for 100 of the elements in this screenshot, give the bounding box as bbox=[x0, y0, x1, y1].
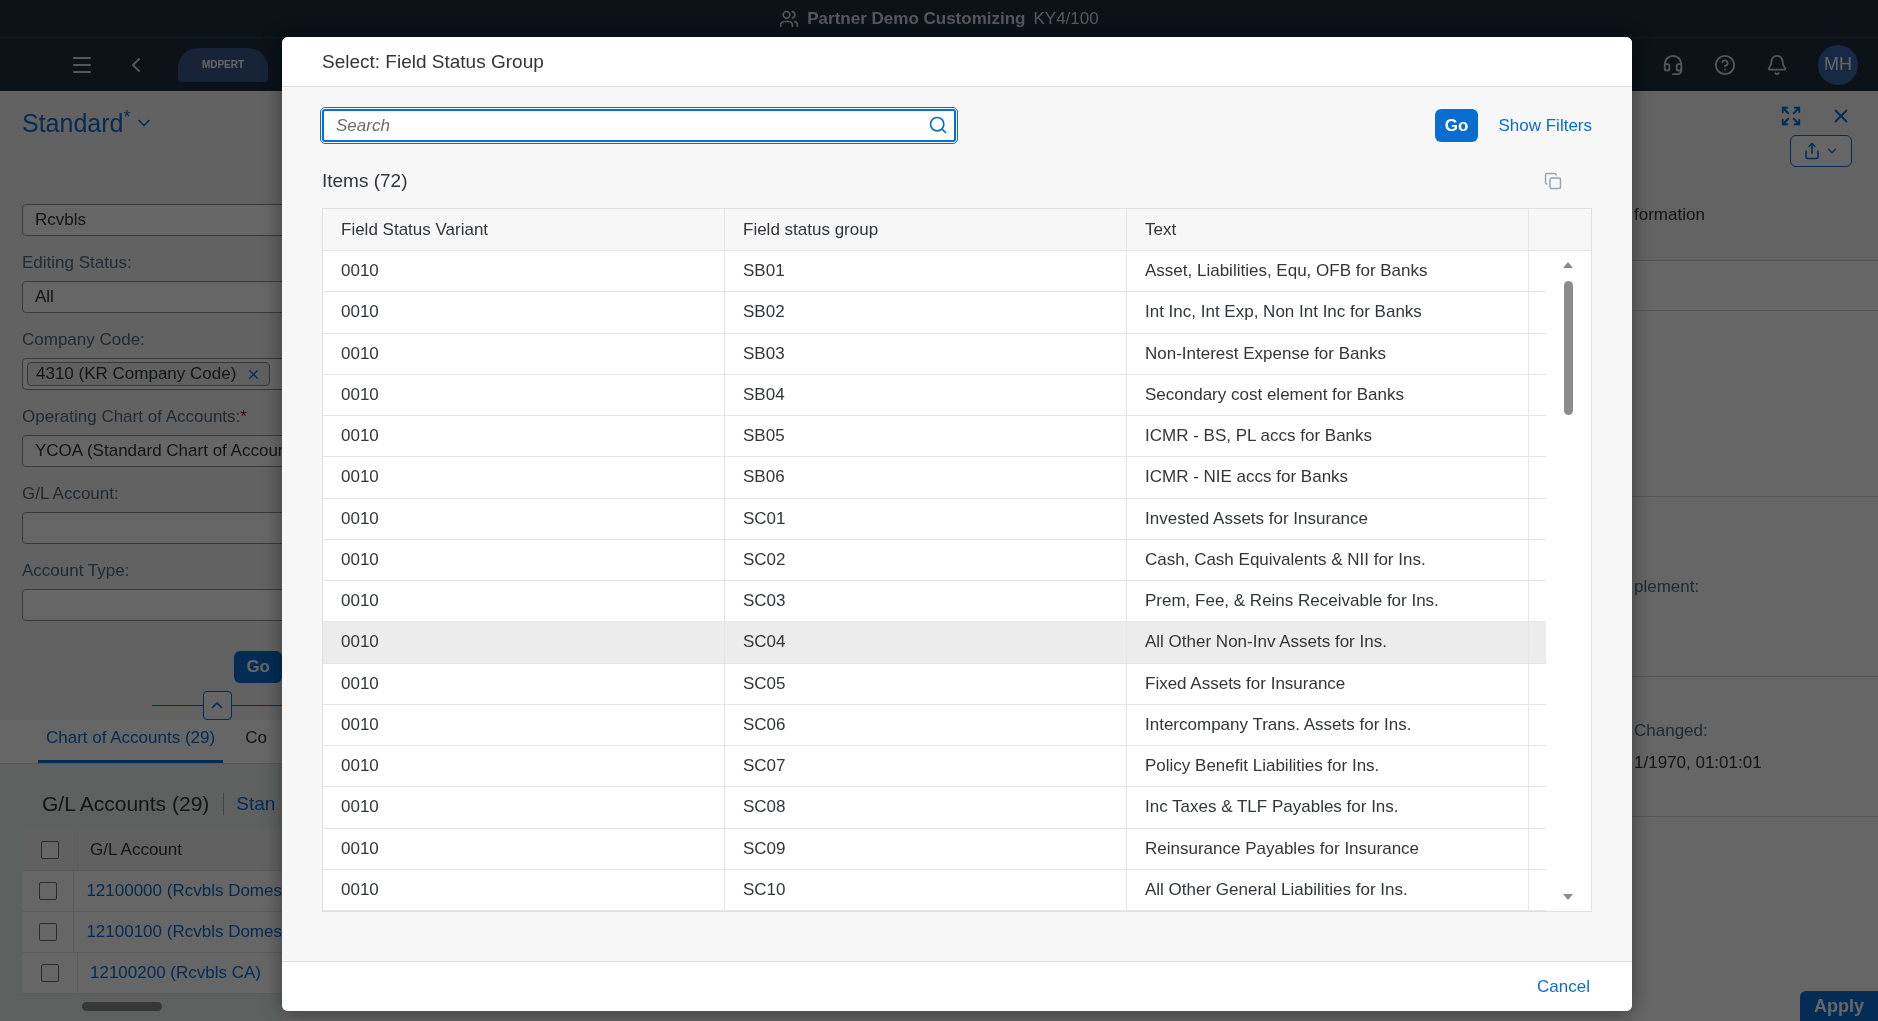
table-cell: SC07 bbox=[725, 746, 1127, 787]
table-row[interactable]: 0010 SC10 All Other General Liabilities for Ins. bbox=[323, 869, 1546, 911]
tab[interactable]: Co bbox=[237, 720, 275, 764]
show-filters-link[interactable]: Show Filters bbox=[1498, 115, 1592, 136]
table-cell: SB02 bbox=[725, 292, 1127, 333]
row-checkbox[interactable] bbox=[40, 964, 59, 983]
table-row[interactable]: 0010 SB01 Asset, Liabilities, Equ, OFB for Banks bbox=[323, 251, 1546, 293]
table-cell: SB05 bbox=[725, 416, 1127, 457]
headset-icon[interactable] bbox=[1662, 53, 1684, 76]
cancel-button[interactable]: Cancel bbox=[1537, 976, 1590, 997]
field-label: plement: bbox=[1634, 576, 1701, 597]
search-field[interactable]: Search bbox=[322, 109, 956, 142]
table-row[interactable]: 0010 SC09 Reinsurance Payables for Insurance bbox=[323, 828, 1546, 870]
table-cell: Asset, Liabilities, Equ, OFB for Banks bbox=[1127, 251, 1529, 292]
input-field[interactable] bbox=[22, 589, 282, 622]
table-cell: Inc Taxes & TLF Payables for Ins. bbox=[1127, 787, 1529, 828]
table-row[interactable]: 0010 SC06 Intercompany Trans. Assets for Ins. bbox=[323, 704, 1546, 746]
table-cell: Invested Assets for Insurance bbox=[1127, 498, 1529, 539]
table-cell: SC01 bbox=[725, 498, 1127, 539]
table-row[interactable]: 0010 SC01 Invested Assets for Insurance bbox=[323, 498, 1546, 540]
table-cell: SC04 bbox=[725, 622, 1127, 663]
table-cell: SC05 bbox=[725, 663, 1127, 704]
bell-icon[interactable] bbox=[1766, 53, 1788, 76]
row-checkbox[interactable] bbox=[38, 923, 57, 942]
select-all-checkbox[interactable] bbox=[40, 841, 59, 860]
table-cell: 0010 bbox=[323, 828, 725, 869]
table-cell: 0010 bbox=[323, 622, 725, 663]
help-icon[interactable] bbox=[1714, 53, 1736, 76]
table-cell: Int Inc, Int Exp, Non Int Inc for Banks bbox=[1127, 292, 1529, 333]
table-title: G/L Accounts (29) bbox=[42, 792, 210, 817]
table-cell: SC09 bbox=[725, 828, 1127, 869]
field-value: 1/1970, 01:01:01 bbox=[1634, 752, 1763, 773]
table-cell: 0010 bbox=[323, 663, 725, 704]
field-label: Changed: bbox=[1634, 720, 1709, 741]
share-button[interactable] bbox=[1790, 135, 1852, 167]
column-header: G/L Account bbox=[89, 840, 182, 861]
table-row[interactable]: 0010 SB02 Int Inc, Int Exp, Non Int Inc for Banks bbox=[323, 292, 1546, 334]
table-cell: 0010 bbox=[323, 292, 725, 333]
search-field[interactable]: Rcvbls bbox=[22, 204, 282, 237]
multi-input-field[interactable]: 4310 (KR Company Code) bbox=[22, 358, 282, 391]
collapse-button[interactable] bbox=[202, 691, 232, 721]
table-cell: 0010 bbox=[323, 787, 725, 828]
input-field[interactable] bbox=[22, 512, 282, 545]
fullscreen-icon[interactable] bbox=[1780, 105, 1802, 127]
items-count-title: Items (72) bbox=[322, 170, 408, 192]
table-cell: SB01 bbox=[725, 251, 1127, 292]
company-logo: MDPERT bbox=[178, 47, 268, 82]
column-header: Field Status Variant bbox=[323, 209, 725, 250]
table-row[interactable]: 0010 SC03 Prem, Fee, & Reins Receivable for Ins. bbox=[323, 581, 1546, 623]
table-row[interactable]: 0010 SC02 Cash, Cash Equivalents & NII for Ins. bbox=[323, 539, 1546, 581]
table-cell: 0010 bbox=[323, 746, 725, 787]
table-cell: All Other Non-Inv Assets for Ins. bbox=[1127, 622, 1529, 663]
field-label: Account Type: bbox=[22, 561, 131, 582]
column-header: Text bbox=[1127, 209, 1529, 250]
row-checkbox[interactable] bbox=[38, 882, 57, 901]
table-cell: 0010 bbox=[323, 539, 725, 580]
table-cell: 0010 bbox=[323, 251, 725, 292]
token[interactable]: 4310 (KR Company Code) bbox=[27, 362, 271, 387]
go-button[interactable]: Go bbox=[1434, 109, 1479, 142]
table-row[interactable]: 0010 SC08 Inc Taxes & TLF Payables for Ins. bbox=[323, 787, 1546, 829]
table-cell: ICMR - NIE accs for Banks bbox=[1127, 457, 1529, 498]
table-row[interactable]: 0010 SC04 All Other Non-Inv Assets for Ins. bbox=[323, 622, 1546, 664]
column-header: Field status group bbox=[725, 209, 1127, 250]
table-row[interactable]: 0010 SC07 Policy Benefit Liabilities for Ins. bbox=[323, 746, 1546, 788]
table-cell: SC10 bbox=[725, 869, 1127, 910]
copy-icon[interactable] bbox=[1544, 172, 1562, 190]
horizontal-scrollbar[interactable] bbox=[82, 1002, 162, 1012]
table-cell: 0010 bbox=[323, 457, 725, 498]
field-label: Company Code: bbox=[22, 330, 146, 351]
app-title: Partner Demo Customizing bbox=[807, 8, 1026, 29]
table-row[interactable]: 0010 SC05 Fixed Assets for Insurance bbox=[323, 663, 1546, 705]
section-tab[interactable]: formation bbox=[1632, 205, 1705, 225]
table-cell: Prem, Fee, & Reins Receivable for Ins. bbox=[1127, 581, 1529, 622]
select-field[interactable]: All bbox=[22, 281, 282, 314]
table-row[interactable]: 0010 SB06 ICMR - NIE accs for Banks bbox=[323, 457, 1546, 499]
table-cell: SC02 bbox=[725, 539, 1127, 580]
search-icon[interactable] bbox=[928, 115, 948, 135]
table-cell: Intercompany Trans. Assets for Ins. bbox=[1127, 704, 1529, 745]
table-cell: 0010 bbox=[323, 416, 725, 457]
table-row[interactable]: 0010 SB03 Non-Interest Expense for Banks bbox=[323, 333, 1546, 375]
table-cell: SC03 bbox=[725, 581, 1127, 622]
table-cell: 0010 bbox=[323, 374, 725, 415]
dialog-title: Select: Field Status Group bbox=[322, 50, 544, 73]
table-row[interactable]: 0010 SB05 ICMR - BS, PL accs for Banks bbox=[323, 416, 1546, 458]
table-cell: SB06 bbox=[725, 457, 1127, 498]
table-row[interactable]: 0010 SB04 Secondary cost element for Banks bbox=[323, 374, 1546, 416]
table-cell: Cash, Cash Equivalents & NII for Ins. bbox=[1127, 539, 1529, 580]
table-cell: 0010 bbox=[323, 581, 725, 622]
field-label: Editing Status: bbox=[22, 253, 133, 274]
people-icon bbox=[779, 8, 800, 29]
system-id: KY4/100 bbox=[1033, 8, 1099, 29]
table-cell: 0010 bbox=[323, 498, 725, 539]
table-cell: SC06 bbox=[725, 704, 1127, 745]
table-cell: 0010 bbox=[323, 333, 725, 374]
table-cell: 0010 bbox=[323, 869, 725, 910]
table-cell: Policy Benefit Liabilities for Ins. bbox=[1127, 746, 1529, 787]
table-cell: ICMR - BS, PL accs for Banks bbox=[1127, 416, 1529, 457]
table-cell: SB03 bbox=[725, 333, 1127, 374]
share-icon bbox=[1803, 142, 1821, 160]
field-label: G/L Account: bbox=[22, 484, 120, 505]
